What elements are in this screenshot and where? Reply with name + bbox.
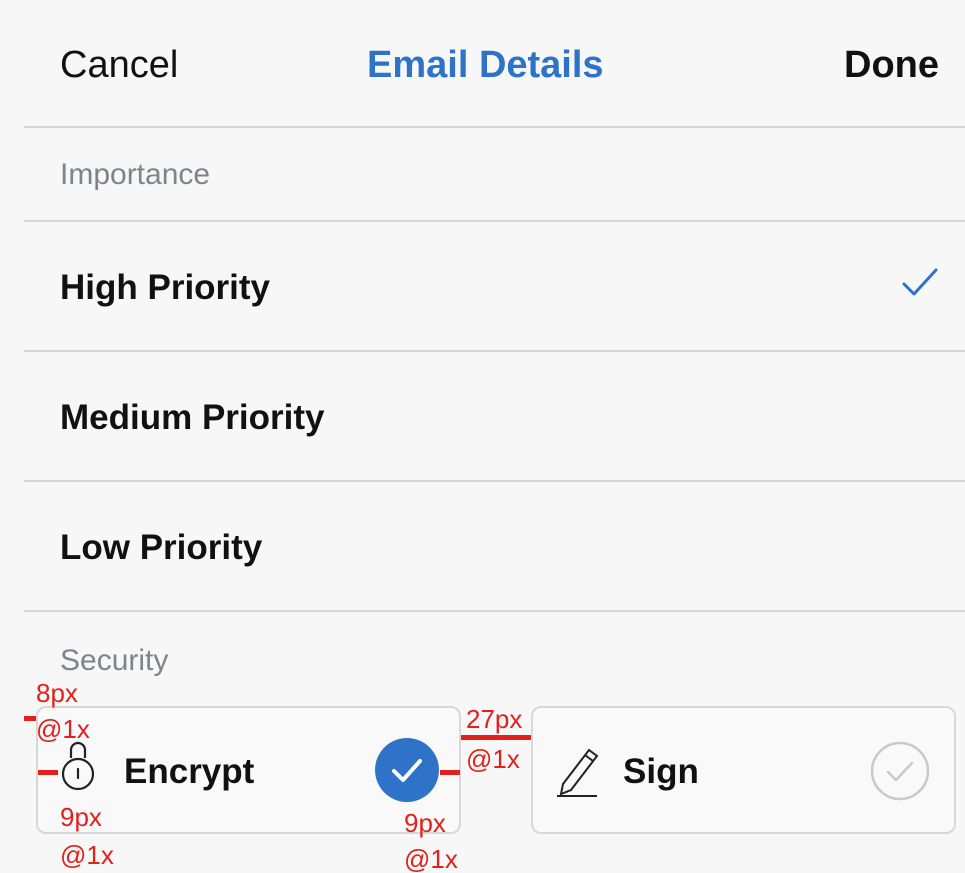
- annotation-left-margin-scale: @1x: [36, 714, 90, 744]
- security-section-header: Security: [60, 644, 169, 677]
- pen-icon: [557, 748, 599, 797]
- checkmark-icon: [902, 268, 938, 296]
- annotation-check-padding-value: 9px: [404, 808, 446, 838]
- annotation-icon-padding-value: 9px: [60, 802, 102, 832]
- annotation-check-padding-bar: [440, 770, 460, 775]
- checked-circle-icon: [375, 738, 439, 802]
- annotation-icon-padding-bar: [38, 770, 58, 775]
- annotation-check-padding-scale: @1x: [404, 844, 458, 873]
- priority-label-high: High Priority: [60, 268, 271, 307]
- sign-label: Sign: [623, 752, 699, 791]
- priority-label-low: Low Priority: [60, 528, 263, 567]
- unchecked-circle-icon: [870, 741, 930, 801]
- annotation-card-gap-value: 27px: [466, 704, 523, 734]
- priority-row-high[interactable]: High Priority: [0, 222, 965, 350]
- lock-icon: [61, 741, 95, 791]
- page-title: Email Details: [367, 44, 604, 86]
- annotation-icon-padding-scale: @1x: [60, 840, 114, 870]
- done-button[interactable]: Done: [844, 44, 939, 87]
- priority-label-medium: Medium Priority: [60, 398, 325, 437]
- encrypt-label: Encrypt: [124, 752, 255, 791]
- priority-row-low[interactable]: Low Priority: [0, 482, 965, 610]
- navigation-bar: Cancel Email Details Done: [0, 0, 965, 128]
- annotation-left-margin-value: 8px: [36, 678, 78, 708]
- cancel-button[interactable]: Cancel: [60, 44, 178, 87]
- annotation-card-gap-bar: [461, 735, 531, 740]
- importance-section-header: Importance: [60, 158, 211, 191]
- navbar-divider: [24, 126, 965, 128]
- annotation-left-margin-bar: [24, 716, 36, 721]
- email-details-screen: Cancel Email Details Done Importance Hig…: [0, 0, 965, 873]
- row-divider: [24, 610, 965, 612]
- annotation-card-gap-scale: @1x: [466, 744, 520, 774]
- priority-row-medium[interactable]: Medium Priority: [0, 352, 965, 480]
- sign-toggle-card[interactable]: Sign: [531, 706, 956, 834]
